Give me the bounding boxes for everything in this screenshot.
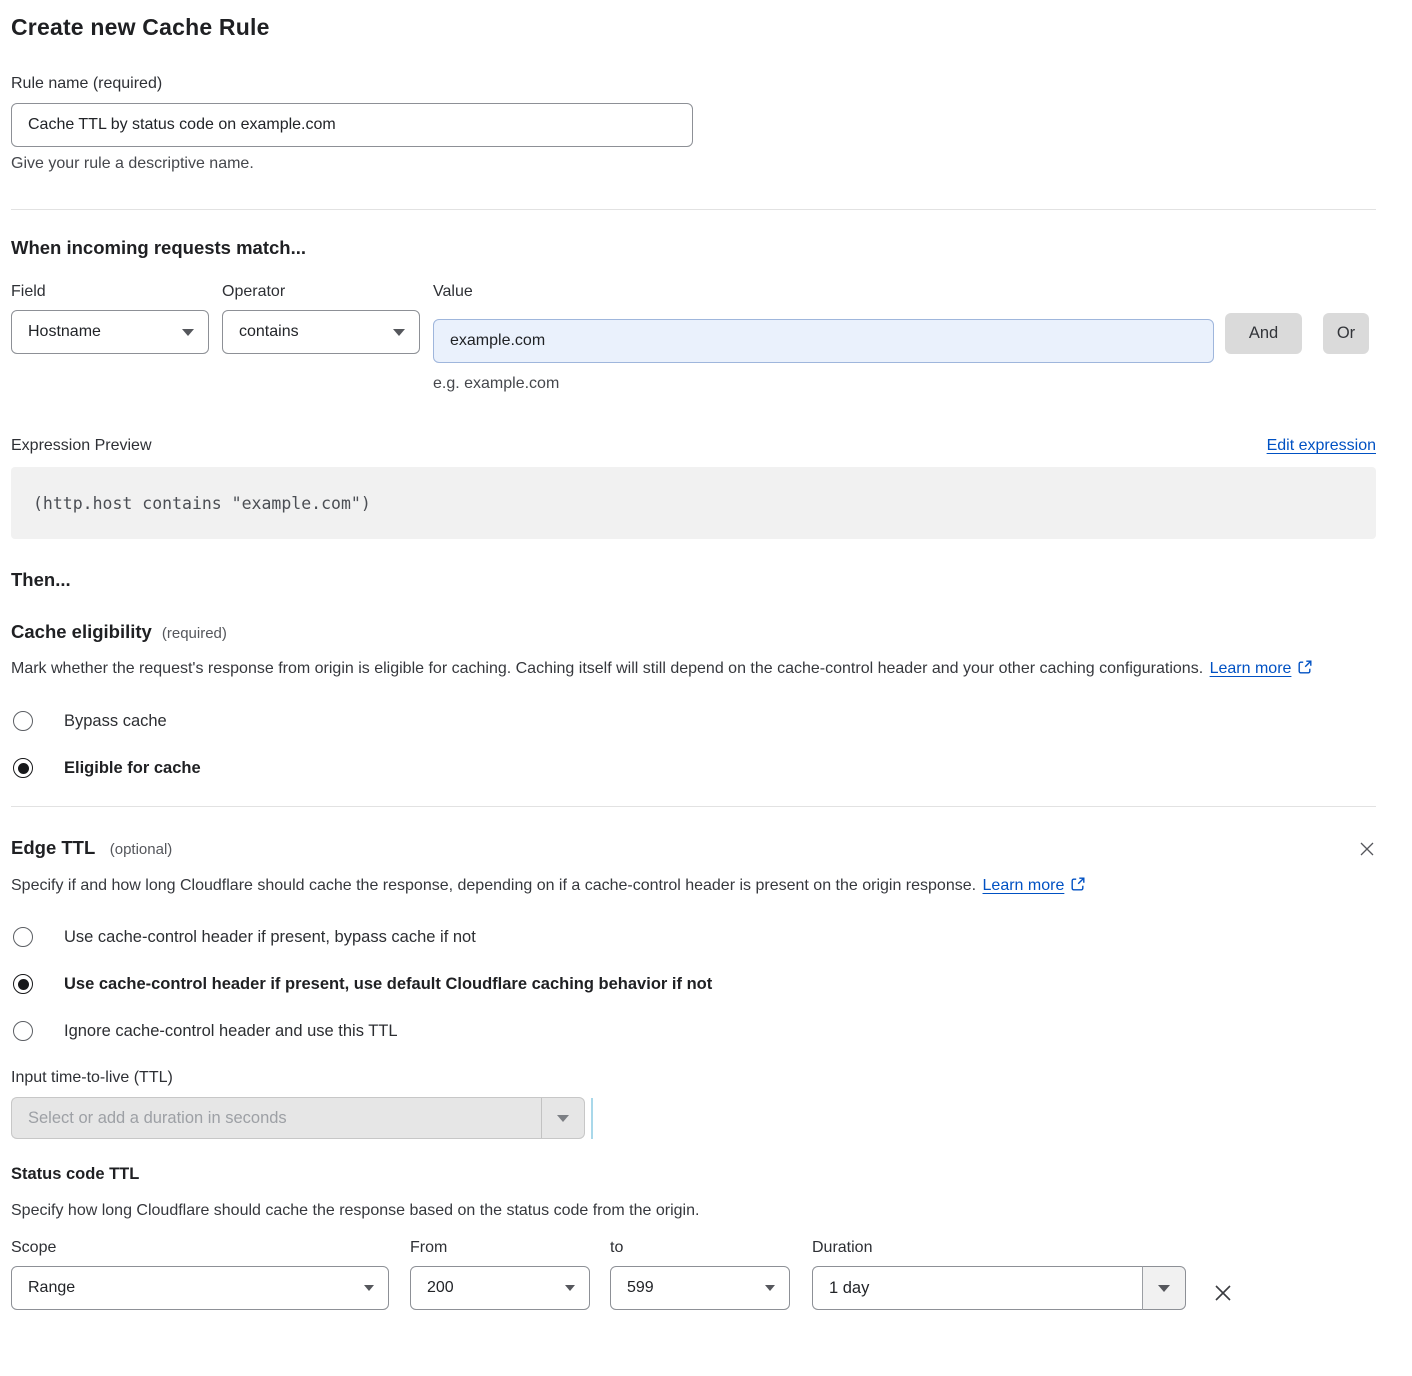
chevron-down-icon — [393, 329, 405, 336]
rule-name-helper: Give your rule a descriptive name. — [11, 155, 1376, 173]
duration-input[interactable] — [812, 1266, 1142, 1310]
from-select-value: 200 — [427, 1279, 454, 1297]
match-heading: When incoming requests match... — [11, 237, 1376, 259]
status-code-ttl-row: Scope Range From 200 to 599 Duration — [11, 1239, 1376, 1310]
chevron-down-icon — [364, 1285, 374, 1291]
external-link-icon — [1297, 657, 1313, 685]
chevron-down-icon — [182, 329, 194, 336]
learn-more-link[interactable]: Learn more — [983, 877, 1065, 894]
text-cursor — [591, 1098, 593, 1139]
radio-cache-control-default[interactable]: Use cache-control header if present, use… — [11, 974, 1376, 994]
status-code-ttl-heading: Status code TTL — [11, 1165, 1376, 1184]
learn-more-link[interactable]: Learn more — [1210, 660, 1292, 677]
status-code-ttl-description: Specify how long Cloudflare should cache… — [11, 1197, 1376, 1225]
value-label: Value — [433, 283, 1214, 301]
radio-icon[interactable] — [13, 927, 33, 947]
expression-code: (http.host contains "example.com") — [33, 494, 371, 513]
value-helper: e.g. example.com — [433, 375, 1214, 393]
edge-ttl-header: Edge TTL (optional) — [11, 837, 172, 859]
scope-label: Scope — [11, 1239, 389, 1257]
cache-eligibility-heading: Cache eligibility — [11, 621, 152, 643]
field-select-value: Hostname — [28, 323, 101, 341]
to-select-value: 599 — [627, 1279, 654, 1297]
operator-select-value: contains — [239, 323, 299, 341]
radio-eligible-for-cache[interactable]: Eligible for cache — [11, 758, 1376, 778]
expression-preview-label: Expression Preview — [11, 437, 152, 455]
radio-selected-icon[interactable] — [13, 758, 33, 778]
cache-eligibility-description: Mark whether the request's response from… — [11, 655, 1376, 685]
ttl-duration-input[interactable] — [11, 1097, 541, 1139]
radio-icon[interactable] — [13, 1021, 33, 1041]
section-divider — [11, 209, 1376, 210]
cache-eligibility-header: Cache eligibility (required) — [11, 621, 1376, 643]
radio-cache-control-bypass[interactable]: Use cache-control header if present, byp… — [11, 927, 1376, 947]
rule-name-input[interactable] — [11, 103, 693, 147]
radio-icon[interactable] — [13, 711, 33, 731]
radio-bypass-cache[interactable]: Bypass cache — [11, 711, 1376, 731]
then-heading: Then... — [11, 569, 1376, 591]
page-title: Create new Cache Rule — [11, 14, 1376, 41]
to-label: to — [610, 1239, 790, 1257]
duration-dropdown-button[interactable] — [1142, 1266, 1186, 1310]
and-button[interactable]: And — [1225, 313, 1302, 354]
required-tag: (required) — [162, 625, 227, 642]
field-label: Field — [11, 283, 209, 301]
radio-ignore-cache-control[interactable]: Ignore cache-control header and use this… — [11, 1021, 1376, 1041]
operator-select[interactable]: contains — [222, 310, 420, 354]
edit-expression-link[interactable]: Edit expression — [1267, 437, 1376, 455]
ttl-input-label: Input time-to-live (TTL) — [11, 1069, 1376, 1087]
chevron-down-icon — [765, 1285, 775, 1291]
from-select[interactable]: 200 — [410, 1266, 590, 1310]
match-condition-row: Field Hostname Operator contains Value e… — [11, 283, 1376, 393]
or-button[interactable]: Or — [1323, 313, 1369, 354]
rule-name-label: Rule name (required) — [11, 75, 1376, 93]
edge-ttl-heading: Edge TTL — [11, 837, 95, 858]
ttl-dropdown-button[interactable] — [541, 1097, 585, 1139]
edge-ttl-description: Specify if and how long Cloudflare shoul… — [11, 872, 1111, 902]
scope-select-value: Range — [28, 1279, 75, 1297]
chevron-down-icon — [1158, 1285, 1170, 1292]
scope-select[interactable]: Range — [11, 1266, 389, 1310]
expression-code-block: (http.host contains "example.com") — [11, 467, 1376, 539]
field-select[interactable]: Hostname — [11, 310, 209, 354]
duration-combo — [812, 1266, 1186, 1310]
close-icon[interactable] — [1358, 840, 1376, 863]
duration-label: Duration — [812, 1239, 1186, 1257]
chevron-down-icon — [557, 1115, 569, 1122]
chevron-down-icon — [565, 1285, 575, 1291]
delete-row-icon[interactable] — [1211, 1281, 1235, 1310]
optional-tag: (optional) — [110, 841, 173, 858]
value-input[interactable] — [433, 319, 1214, 363]
from-label: From — [410, 1239, 590, 1257]
ttl-duration-combo — [11, 1097, 1376, 1139]
section-divider — [11, 806, 1376, 807]
radio-selected-icon[interactable] — [13, 974, 33, 994]
external-link-icon — [1070, 874, 1086, 902]
to-select[interactable]: 599 — [610, 1266, 790, 1310]
operator-label: Operator — [222, 283, 420, 301]
